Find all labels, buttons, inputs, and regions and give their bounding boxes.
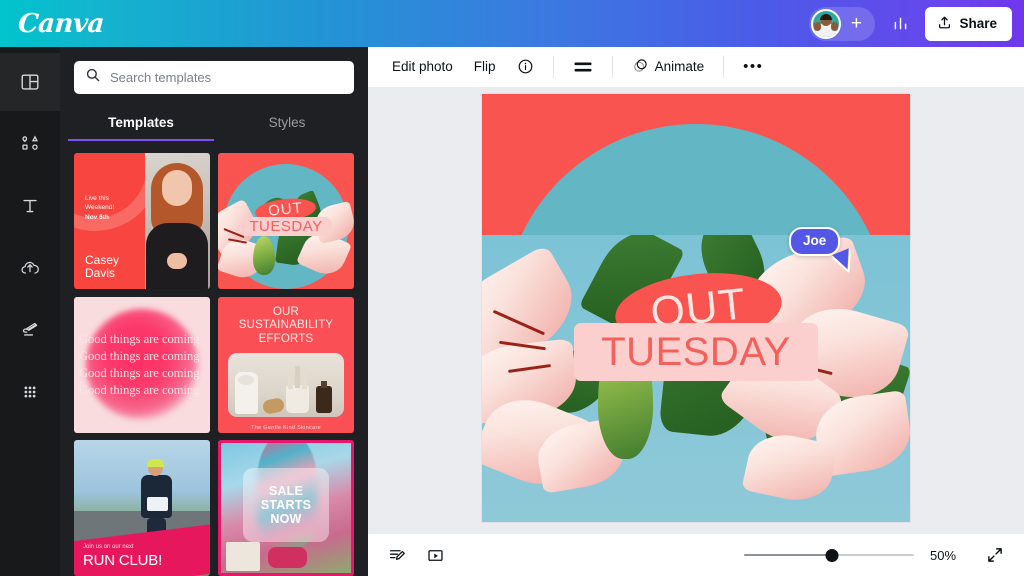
template-card-sustainability[interactable]: OUR SUSTAINABILITY EFFORTS The Gentle Ki…: [218, 296, 354, 433]
template-title: RUN CLUB!: [83, 552, 163, 570]
sidebar-item-apps[interactable]: [0, 363, 60, 421]
template-card-good-things[interactable]: Good things are coming Good things are c…: [74, 296, 210, 433]
collaborators-group: +: [809, 6, 876, 41]
edit-photo-button[interactable]: Edit photo: [383, 52, 462, 82]
tab-styles[interactable]: Styles: [214, 106, 360, 141]
template-title: SALE STARTS NOW: [260, 484, 312, 527]
template-card-sale-starts-now[interactable]: SALE STARTS NOW: [218, 440, 354, 576]
editor-area: Edit photo Flip Animate ••• OUT TUESDAY …: [368, 47, 1024, 576]
search-input[interactable]: [110, 70, 343, 85]
template-card-run-club[interactable]: Join us on our next RUN CLUB!: [74, 440, 210, 576]
object-toolbar: Edit photo Flip Animate •••: [368, 47, 1024, 87]
template-artwork: Join us on our next RUN CLUB!: [74, 440, 210, 576]
slider-fill: [744, 553, 833, 557]
template-footer: The Gentle Kind Skincare: [251, 424, 321, 431]
add-people-button[interactable]: +: [843, 11, 869, 37]
share-label: Share: [959, 16, 997, 31]
template-panel: Live this Weekend! Nov 6th Casey Davis: [74, 153, 145, 289]
template-artwork: Good things are coming Good things are c…: [74, 296, 210, 433]
expand-arrows-icon[interactable]: [980, 541, 1010, 569]
animate-circle-icon: [632, 57, 649, 77]
notes-edit-icon[interactable]: [382, 541, 412, 569]
template-grid: Live this Weekend! Nov 6th Casey Davis O…: [60, 141, 368, 576]
toolbar-divider: [611, 55, 613, 78]
template-artwork: OUR SUSTAINABILITY EFFORTS The Gentle Ki…: [218, 296, 354, 433]
left-rail: [0, 47, 60, 576]
header-actions: + Share: [809, 6, 1012, 41]
template-artwork: SALE STARTS NOW: [218, 440, 354, 576]
template-title: OUR SUSTAINABILITY EFFORTS: [238, 305, 334, 345]
tuesday-label: TUESDAY: [601, 329, 791, 374]
search-area: [60, 47, 368, 94]
zoom-value-label: 50%: [930, 547, 957, 563]
sidebar-item-uploads[interactable]: [0, 239, 60, 297]
canvas-artwork: OUT TUESDAY: [482, 94, 910, 522]
present-play-icon[interactable]: [420, 541, 450, 569]
collaborator-cursor-joe: Joe: [789, 227, 856, 273]
bar-chart-icon[interactable]: [883, 7, 917, 41]
slider-thumb[interactable]: [825, 548, 839, 562]
tuesday-text-element[interactable]: TUESDAY: [574, 322, 818, 381]
design-canvas[interactable]: OUT TUESDAY: [482, 94, 910, 522]
sidebar-item-draw[interactable]: [0, 301, 60, 359]
template-word-tuesday: TUESDAY: [249, 217, 323, 235]
template-photo: [143, 153, 210, 289]
upload-icon: [937, 15, 952, 33]
zoom-slider[interactable]: [744, 547, 914, 563]
avatar[interactable]: [811, 8, 842, 39]
template-photo: [227, 353, 345, 417]
info-circle-icon[interactable]: [508, 52, 543, 82]
sidebar-item-text[interactable]: [0, 177, 60, 235]
position-lines-icon[interactable]: [564, 52, 602, 82]
template-title: Casey Davis: [85, 253, 120, 281]
toolbar-divider: [723, 55, 725, 78]
collaborator-name-label: Joe: [789, 227, 841, 256]
canva-editor-window: Canva + Share Search templates Templates…: [0, 0, 1024, 576]
bottom-left-tools: [382, 541, 450, 569]
animate-button[interactable]: Animate: [623, 52, 714, 82]
bottom-right-tools: 50%: [744, 541, 1010, 569]
more-options-button[interactable]: •••: [734, 52, 772, 82]
tab-templates[interactable]: Templates: [68, 106, 214, 141]
search-box[interactable]: [74, 61, 354, 94]
search-icon: [85, 67, 101, 88]
template-kicker: Join us on our next: [83, 544, 134, 551]
template-repeating-text: Good things are coming Good things are c…: [79, 332, 200, 398]
template-card-casey-davis[interactable]: Live this Weekend! Nov 6th Casey Davis: [74, 153, 210, 289]
template-card-out-tuesday[interactable]: OUT TUESDAY: [218, 153, 354, 289]
sidebar-item-templates[interactable]: [0, 53, 60, 111]
toolbar-divider: [552, 55, 554, 78]
canvas-viewport[interactable]: OUT TUESDAY Joe: [368, 87, 1024, 534]
template-kicker: Live this Weekend! Nov 6th: [85, 195, 115, 221]
share-button[interactable]: Share: [925, 6, 1012, 41]
app-header: Canva + Share: [0, 0, 1024, 47]
canva-logo[interactable]: Canva: [17, 9, 105, 39]
template-artwork: OUT TUESDAY: [218, 153, 354, 289]
sidebar-item-elements[interactable]: [0, 115, 60, 173]
app-body: Templates Styles Live this Weekend!: [0, 47, 1024, 576]
templates-panel: Templates Styles Live this Weekend!: [60, 47, 368, 576]
animate-label: Animate: [654, 59, 705, 74]
panel-tabs: Templates Styles: [60, 106, 368, 141]
flip-button[interactable]: Flip: [465, 52, 505, 82]
bottom-bar: 50%: [368, 534, 1024, 576]
